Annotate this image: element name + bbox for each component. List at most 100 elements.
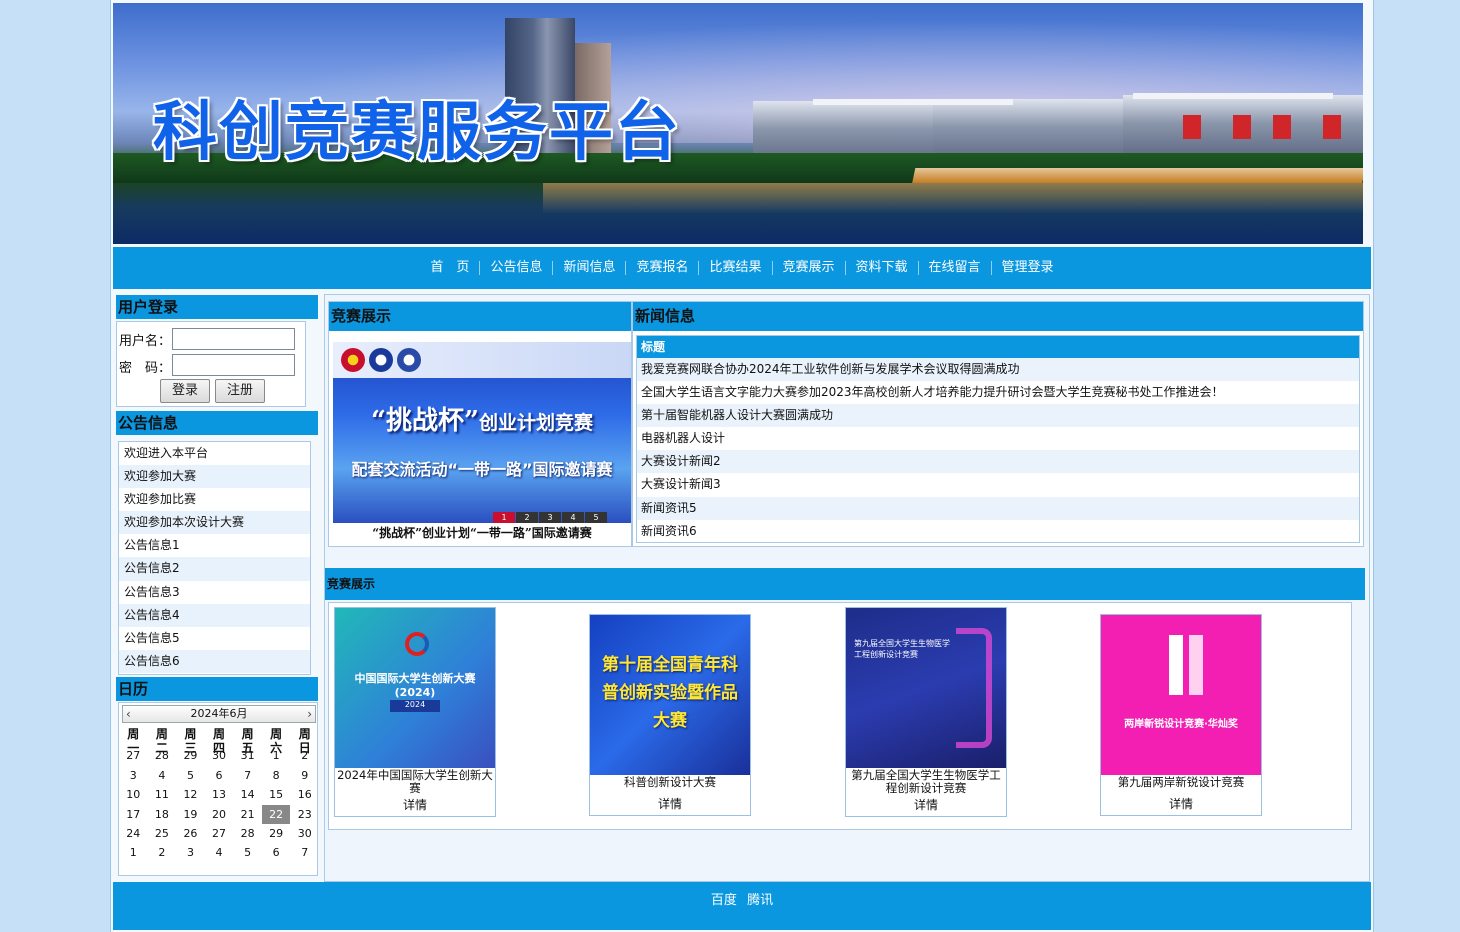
calendar-day[interactable]: 19 <box>176 805 205 824</box>
calendar-day[interactable]: 25 <box>148 824 177 843</box>
calendar-day[interactable]: 2 <box>290 746 319 765</box>
news-row[interactable]: 电器机器人设计 <box>637 427 1359 450</box>
calendar-day[interactable]: 23 <box>290 805 319 824</box>
footer-link-baidu[interactable]: 百度 <box>711 893 737 908</box>
news-row[interactable]: 大赛设计新闻2 <box>637 450 1359 474</box>
calendar-day[interactable]: 6 <box>205 766 234 785</box>
showcase-card-image[interactable]: 中国国际大学生创新大赛(2024) 2024 <box>335 608 495 768</box>
calendar-day[interactable]: 22 <box>261 804 291 824</box>
slide-dot[interactable]: 1 <box>493 512 515 523</box>
calendar-day[interactable]: 3 <box>119 766 148 785</box>
username-input[interactable] <box>172 328 295 350</box>
nav-news[interactable]: 新闻信息 <box>553 261 627 275</box>
news-row[interactable]: 新闻资讯6 <box>637 520 1359 543</box>
calendar-day[interactable]: 27 <box>119 746 148 765</box>
showcase-card-image[interactable]: 第九届全国大学生生物医学工程创新设计竞赛 <box>846 608 1006 768</box>
footer-link-tencent[interactable]: 腾讯 <box>747 893 773 908</box>
showcase-card-caption[interactable]: 第九届两岸新锐设计竞赛 <box>1101 775 1261 795</box>
calendar-day[interactable]: 28 <box>148 746 177 765</box>
calendar-day[interactable]: 27 <box>205 824 234 843</box>
nav-downloads[interactable]: 资料下载 <box>846 261 919 275</box>
notice-item[interactable]: 公告信息1 <box>119 534 310 557</box>
slide-dot[interactable]: 2 <box>516 512 538 523</box>
calendar-day[interactable]: 15 <box>262 785 291 804</box>
password-input[interactable] <box>172 354 295 376</box>
nav-messages[interactable]: 在线留言 <box>919 261 992 275</box>
calendar-day[interactable]: 18 <box>148 805 177 824</box>
showcase-card[interactable]: 第九届全国大学生生物医学工程创新设计竞赛 第九届全国大学生生物医学工程创新设计竞… <box>845 607 1007 817</box>
calendar-day[interactable]: 1 <box>119 843 148 862</box>
notice-item[interactable]: 欢迎参加大赛 <box>119 465 310 489</box>
calendar-day[interactable]: 5 <box>233 843 262 862</box>
showcase-card-image[interactable]: 两岸新锐设计竞赛·华灿奖 <box>1101 615 1261 775</box>
showcase-detail-link[interactable]: 详情 <box>1101 795 1261 815</box>
showcase-detail-link[interactable]: 详情 <box>590 795 750 815</box>
calendar-day[interactable]: 11 <box>148 785 177 804</box>
register-button[interactable]: 注册 <box>215 379 265 403</box>
calendar-day[interactable]: 9 <box>290 766 319 785</box>
slide-dot[interactable]: 5 <box>585 512 607 523</box>
calendar-day[interactable]: 2 <box>148 843 177 862</box>
nav-registration[interactable]: 竞赛报名 <box>626 261 700 275</box>
calendar-day[interactable]: 20 <box>205 805 234 824</box>
calendar-day[interactable]: 30 <box>290 824 319 843</box>
notice-item[interactable]: 公告信息2 <box>119 557 310 581</box>
calendar-day[interactable]: 4 <box>148 766 177 785</box>
calendar-day[interactable]: 17 <box>119 805 148 824</box>
showcase-card-caption[interactable]: 科普创新设计大赛 <box>590 775 750 795</box>
notice-item[interactable]: 欢迎参加比赛 <box>119 488 310 511</box>
showcase-card[interactable]: 中国国际大学生创新大赛(2024) 2024 2024年中国国际大学生创新大赛 … <box>334 607 496 817</box>
nav-admin-login[interactable]: 管理登录 <box>992 261 1064 275</box>
calendar-day[interactable]: 31 <box>233 746 262 765</box>
calendar-day[interactable]: 10 <box>119 785 148 804</box>
prev-month-icon[interactable]: ‹ <box>126 706 131 722</box>
notice-item[interactable]: 公告信息6 <box>119 649 310 673</box>
nav-results[interactable]: 比赛结果 <box>699 261 773 275</box>
showcase-slider[interactable]: “挑战杯”创业计划竞赛 配套交流活动“一带一路”国际邀请赛 1 2 3 4 5 <box>333 342 631 523</box>
calendar-day[interactable]: 21 <box>233 805 262 824</box>
slide-caption[interactable]: “挑战杯”创业计划“一带一路”国际邀请赛 <box>333 524 631 541</box>
login-button[interactable]: 登录 <box>160 379 210 403</box>
calendar-day[interactable]: 8 <box>262 766 291 785</box>
news-row[interactable]: 我爱竞赛网联合协办2024年工业软件创新与发展学术会议取得圆满成功 <box>637 358 1359 382</box>
calendar-day[interactable]: 7 <box>290 843 319 862</box>
calendar-day[interactable]: 30 <box>205 746 234 765</box>
calendar-day[interactable]: 3 <box>176 843 205 862</box>
calendar-day[interactable]: 12 <box>176 785 205 804</box>
notice-item[interactable]: 公告信息5 <box>119 627 310 650</box>
slide-dot[interactable]: 3 <box>539 512 561 523</box>
calendar-day[interactable]: 28 <box>233 824 262 843</box>
news-row[interactable]: 全国大学生语言文字能力大赛参加2023年高校创新人才培养能力提升研讨会暨大学生竞… <box>637 381 1359 404</box>
news-row[interactable]: 第十届智能机器人设计大赛圆满成功 <box>637 404 1359 428</box>
calendar-day[interactable]: 4 <box>205 843 234 862</box>
showcase-detail-link[interactable]: 详情 <box>335 796 495 816</box>
calendar-day[interactable]: 5 <box>176 766 205 785</box>
nav-showcase[interactable]: 竞赛展示 <box>773 261 846 275</box>
showcase-card[interactable]: 第十届全国青年科普创新实验暨作品大赛 科普创新设计大赛 详情 <box>589 614 751 816</box>
showcase-card-image[interactable]: 第十届全国青年科普创新实验暨作品大赛 <box>590 615 750 775</box>
notice-item[interactable]: 公告信息3 <box>119 581 310 604</box>
notice-item[interactable]: 欢迎进入本平台 <box>119 442 310 465</box>
news-row[interactable]: 大赛设计新闻3 <box>637 473 1359 496</box>
showcase-card-caption[interactable]: 第九届全国大学生生物医学工程创新设计竞赛 <box>846 768 1006 796</box>
calendar-day[interactable]: 29 <box>262 824 291 843</box>
calendar-day[interactable]: 26 <box>176 824 205 843</box>
calendar-day[interactable]: 1 <box>262 746 291 765</box>
calendar-day[interactable]: 24 <box>119 824 148 843</box>
calendar-day[interactable]: 14 <box>233 785 262 804</box>
calendar-day[interactable]: 29 <box>176 746 205 765</box>
news-row[interactable]: 新闻资讯5 <box>637 496 1359 520</box>
showcase-detail-link[interactable]: 详情 <box>846 796 1006 816</box>
notice-item[interactable]: 公告信息4 <box>119 603 310 627</box>
calendar-day[interactable]: 16 <box>290 785 319 804</box>
nav-notices[interactable]: 公告信息 <box>480 261 554 275</box>
nav-home[interactable]: 首 页 <box>420 261 481 275</box>
next-month-icon[interactable]: › <box>307 706 312 722</box>
showcase-card[interactable]: 两岸新锐设计竞赛·华灿奖 第九届两岸新锐设计竞赛 详情 <box>1100 614 1262 816</box>
notice-item[interactable]: 欢迎参加本次设计大赛 <box>119 511 310 535</box>
slide-dot[interactable]: 4 <box>562 512 584 523</box>
showcase-card-caption[interactable]: 2024年中国国际大学生创新大赛 <box>335 768 495 796</box>
calendar-day[interactable]: 7 <box>233 766 262 785</box>
calendar-day[interactable]: 13 <box>205 785 234 804</box>
calendar-day[interactable]: 6 <box>262 843 291 862</box>
